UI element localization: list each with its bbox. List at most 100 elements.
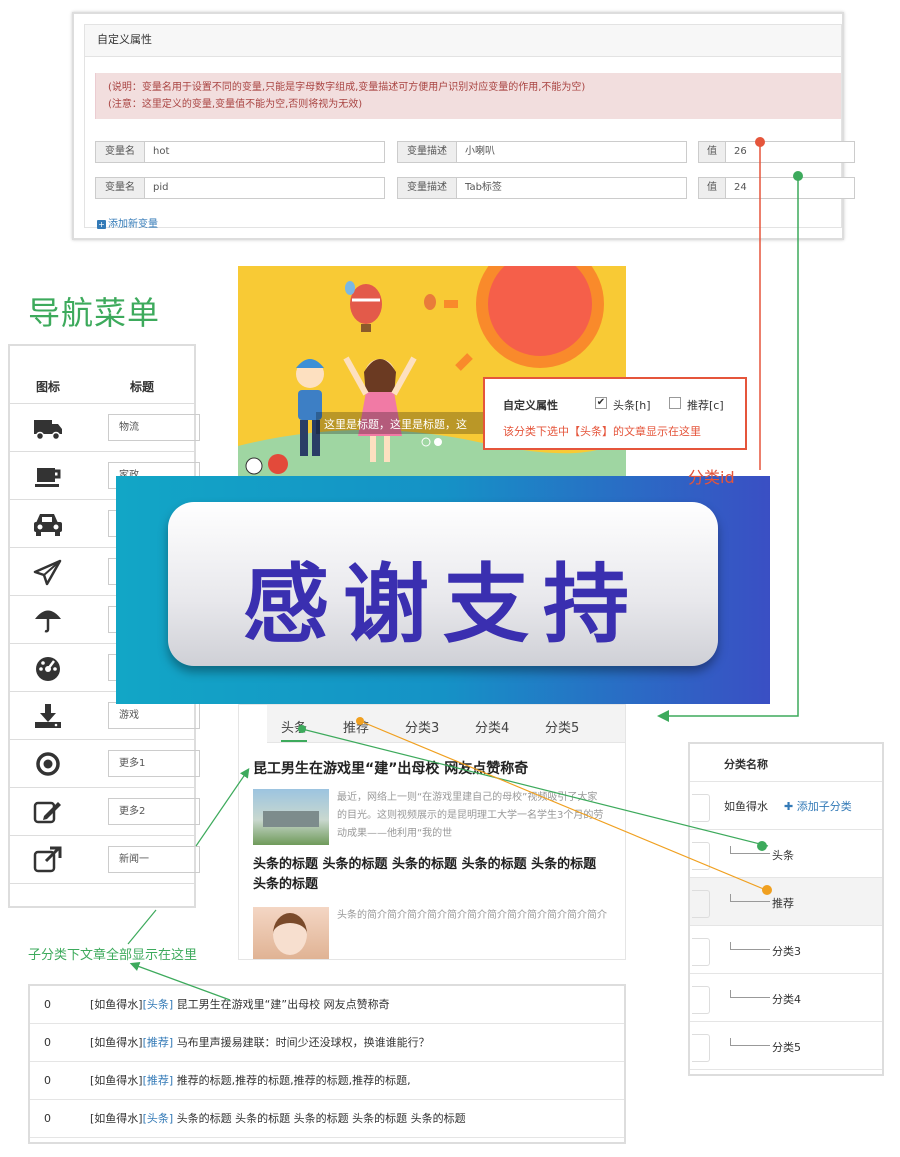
external-link-icon[interactable] — [32, 846, 64, 874]
recommend-checkbox[interactable] — [669, 397, 681, 409]
custom-attribute-callout: 自定义属性 ✔ 头条[h] 推荐[c] 该分类下选中【头条】的文章显示在这里 — [483, 377, 747, 450]
list-item[interactable]: 0 [如鱼得水][头条] 头条的标题 头条的标题 头条的标题 头条的标题 头条的标… — [30, 1100, 624, 1138]
tab-category4[interactable]: 分类4 — [475, 717, 509, 736]
face-shape — [273, 913, 307, 955]
article-thumbnail[interactable] — [253, 907, 329, 959]
category-child-name: 头条 — [772, 849, 794, 862]
var-desc-label: 变量描述 — [397, 177, 457, 199]
var-name-input[interactable]: hot — [144, 141, 385, 163]
nav-menu-title: 导航菜单 — [28, 294, 161, 332]
list-item-text: [如鱼得水][头条] 昆工男生在游戏里“建”出母校 网友点赞称奇 — [90, 986, 390, 1024]
plus-square-icon: + — [97, 220, 106, 229]
nav-menu-row: 更多2 — [10, 788, 200, 836]
list-item-category: [如鱼得水] — [90, 998, 143, 1011]
var-name-label: 变量名 — [95, 177, 145, 199]
article-tab-bar: 头条 推荐 分类3 分类4 分类5 — [267, 705, 625, 743]
recommend-option-label: 推荐[c] — [687, 399, 724, 412]
var-desc-input[interactable]: 小喇叭 — [456, 141, 687, 163]
truck-icon[interactable] — [32, 414, 64, 442]
row-checkbox[interactable] — [692, 794, 710, 822]
nav-table-header: 图标 标题 — [10, 368, 194, 404]
nav-title-input[interactable]: 游戏 — [108, 702, 200, 729]
row-checkbox[interactable] — [692, 842, 710, 870]
nav-title-input[interactable]: 物流 — [108, 414, 200, 441]
var-value-input[interactable]: 26 — [725, 141, 855, 163]
row-checkbox[interactable] — [692, 938, 710, 966]
article-title[interactable]: 昆工男生在游戏里“建”出母校 网友点赞称奇 — [253, 759, 528, 779]
col-icon-header: 图标 — [36, 380, 61, 394]
paper-plane-icon[interactable] — [32, 558, 64, 586]
nav-title-input[interactable]: 更多1 — [108, 750, 200, 777]
note-line: (说明：变量名用于设置不同的变量,只能是字母数字组成,变量描述可方便用户识别对应… — [108, 82, 586, 93]
col-title-header: 标题 — [130, 380, 155, 394]
category-id-label: 分类id — [688, 468, 735, 487]
list-item-title: 马布里声援易建联：时间少还没球权，换谁谁能行？ — [176, 1036, 430, 1049]
category-header: 分类名称 — [690, 744, 882, 782]
var-name-input[interactable]: pid — [144, 177, 385, 199]
custom-attribute-panel: 自定义属性 (说明：变量名用于设置不同的变量,只能是字母数字组成,变量描述可方便… — [72, 12, 855, 240]
list-item-tag: [头条] — [142, 998, 174, 1011]
category-child-row: 分类5 — [690, 1022, 882, 1070]
category-child-row: 头条 — [690, 830, 882, 878]
variable-row: 变量名 hot 变量描述 小喇叭 值 26 — [95, 141, 855, 165]
banner-caption: 这里是标题，这里是标题，这 — [324, 418, 467, 431]
category-child-name: 分类5 — [772, 1041, 801, 1054]
var-value-input[interactable]: 24 — [725, 177, 855, 199]
tree-connector — [730, 942, 770, 950]
article-summary: 头条的简介简介简介简介简介简介简介简介简介简介简介简介 — [337, 910, 607, 921]
list-item-text: [如鱼得水][推荐] 推荐的标题,推荐的标题,推荐的标题,推荐的标题, — [90, 1062, 411, 1100]
add-variable-label: 添加新变量 — [108, 219, 158, 230]
download-icon[interactable] — [32, 702, 64, 730]
nav-title-input[interactable]: 新闻一 — [108, 846, 200, 873]
list-item-title: 昆工男生在游戏里“建”出母校 网友点赞称奇 — [176, 998, 390, 1011]
tab-headline[interactable]: 头条 — [281, 717, 308, 742]
list-item[interactable]: 0 [如鱼得水][推荐] 马布里声援易建联：时间少还没球权，换谁谁能行？ — [30, 1024, 624, 1062]
edit-icon[interactable] — [32, 798, 64, 826]
umbrella-icon[interactable] — [32, 606, 64, 634]
nav-to-hint-line — [127, 909, 157, 945]
alert-note: (说明：变量名用于设置不同的变量,只能是字母数字组成,变量描述可方便用户识别对应… — [95, 73, 841, 119]
list-item[interactable]: 0 [如鱼得水][头条] 昆工男生在游戏里“建”出母校 网友点赞称奇 — [30, 986, 624, 1024]
tree-connector — [730, 1038, 770, 1046]
list-item-tag: [推荐] — [142, 1036, 174, 1049]
article-thumbnail[interactable] — [253, 789, 329, 845]
row-checkbox[interactable] — [692, 1034, 710, 1062]
article-title[interactable]: 头条的标题 头条的标题 头条的标题 头条的标题 头条的标题 头条的标题 — [253, 855, 613, 895]
nav-title-input[interactable]: 更多2 — [108, 798, 200, 825]
category-root-row: 如鱼得水 ✚ 添加子分类 — [690, 782, 882, 830]
tab-category3[interactable]: 分类3 — [405, 717, 439, 736]
cup-icon[interactable] — [32, 462, 64, 490]
nav-menu-row: 更多1 — [10, 740, 200, 788]
list-item[interactable]: 0 [如鱼得水][推荐] 推荐的标题,推荐的标题,推荐的标题,推荐的标题, — [30, 1062, 624, 1100]
tree-connector — [730, 894, 770, 902]
add-child-link[interactable]: ✚ 添加子分类 — [784, 798, 852, 814]
category-panel: 分类名称 如鱼得水 ✚ 添加子分类 头条 推荐 分类3 分类4 分类5 — [688, 742, 884, 1076]
list-item-tag: [推荐] — [142, 1074, 174, 1087]
article-list-panel: 0 [如鱼得水][头条] 昆工男生在游戏里“建”出母校 网友点赞称奇 0 [如鱼得水]… — [28, 984, 626, 1144]
variable-row: 变量名 pid 变量描述 Tab标签 值 24 — [95, 177, 855, 201]
row-checkbox[interactable] — [692, 986, 710, 1014]
row-checkbox[interactable] — [692, 890, 710, 918]
callout-label: 自定义属性 — [503, 399, 558, 412]
plus-icon: ✚ — [784, 800, 797, 813]
var-desc-input[interactable]: Tab标签 — [456, 177, 687, 199]
dot-circle-icon[interactable] — [32, 750, 64, 778]
taxi-icon[interactable] — [32, 510, 64, 538]
list-item-category: [如鱼得水] — [90, 1036, 143, 1049]
panel-title: 自定义属性 — [85, 25, 841, 57]
article-panel: 头条 推荐 分类3 分类4 分类5 昆工男生在游戏里“建”出母校 网友点赞称奇 … — [238, 704, 626, 960]
add-variable-link[interactable]: + 添加新变量 — [97, 215, 158, 230]
var-name-label: 变量名 — [95, 141, 145, 163]
list-item-category: [如鱼得水] — [90, 1074, 143, 1087]
tab-recommend[interactable]: 推荐 — [343, 717, 369, 736]
callout-hint: 该分类下选中【头条】的文章显示在这里 — [503, 425, 701, 438]
category-child-row: 分类4 — [690, 974, 882, 1022]
category-root-name: 如鱼得水 — [724, 800, 768, 813]
list-item-category: [如鱼得水] — [90, 1112, 143, 1125]
dashboard-icon[interactable] — [32, 654, 64, 682]
headline-checkbox[interactable]: ✔ — [595, 397, 607, 409]
custom-attribute-card: 自定义属性 (说明：变量名用于设置不同的变量,只能是字母数字组成,变量描述可方便… — [84, 24, 855, 230]
tab-category5[interactable]: 分类5 — [545, 717, 579, 736]
building-shape — [263, 811, 319, 827]
var-value-label: 值 — [698, 177, 726, 199]
